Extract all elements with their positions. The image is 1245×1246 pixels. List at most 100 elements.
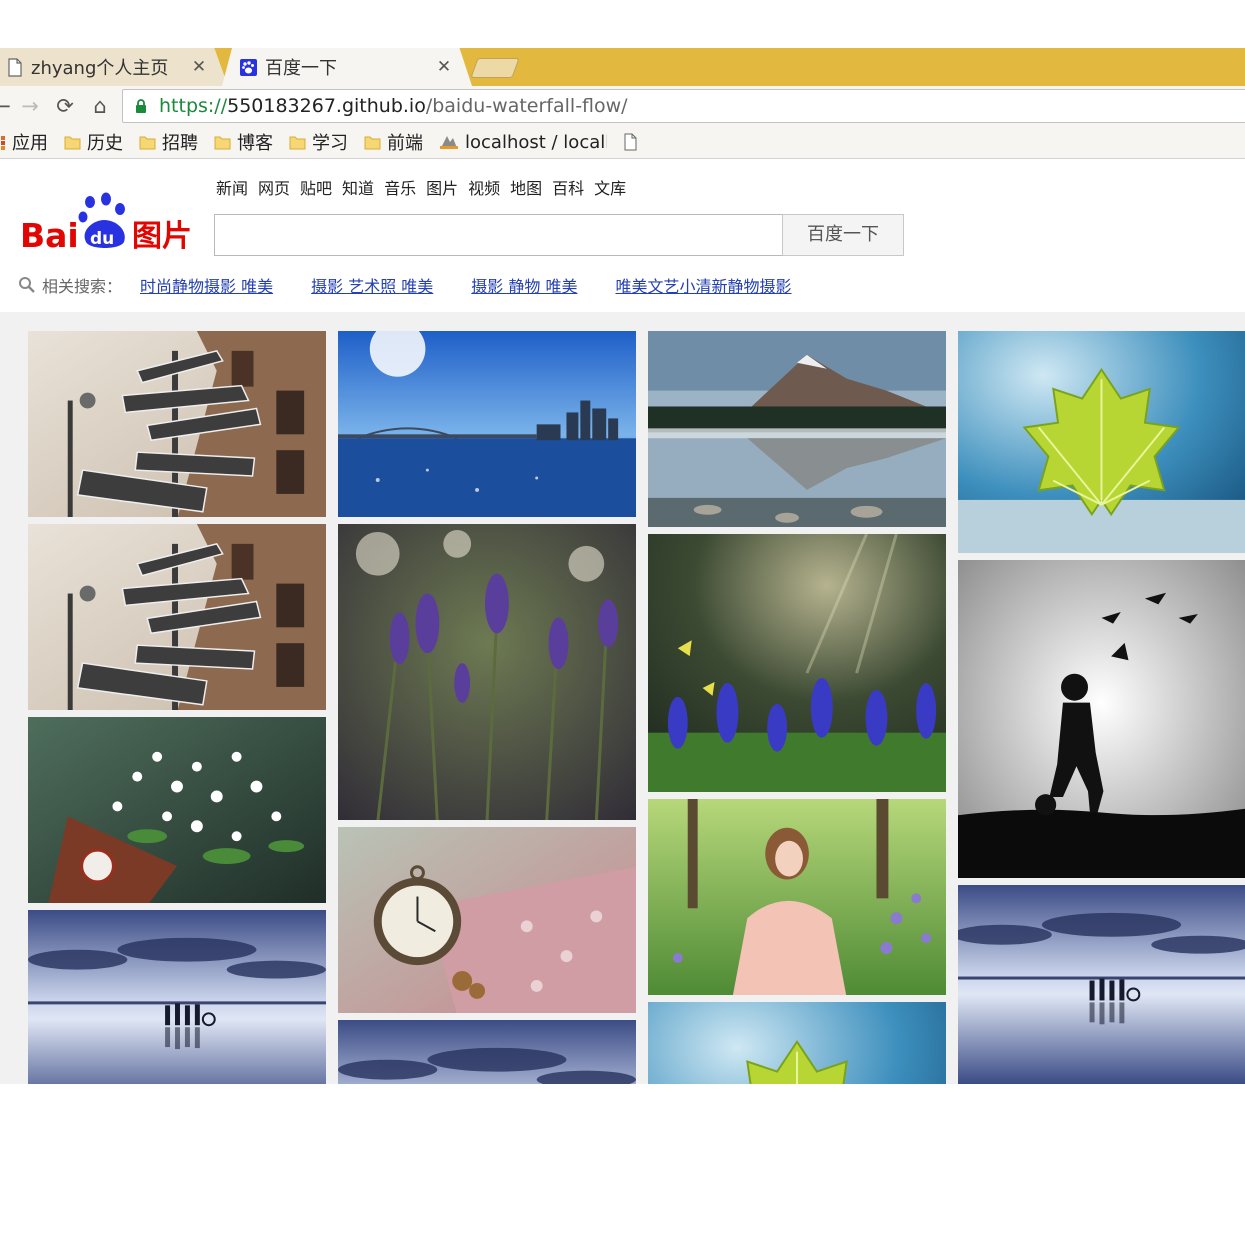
nav-zhidao[interactable]: 知道 — [342, 175, 374, 199]
photo-graphic — [338, 827, 636, 1013]
baidu-images-logo[interactable]: Bai du 图片 — [20, 190, 200, 255]
related-link-4[interactable]: 唯美文艺小清新静物摄影 — [615, 273, 791, 297]
photo-graphic — [958, 885, 1245, 1084]
nav-wenku[interactable]: 文库 — [594, 175, 626, 199]
gallery-image-green-leaf-macro[interactable] — [958, 331, 1245, 553]
related-label: 相关搜索： — [42, 277, 123, 296]
bookmark-folder-study[interactable]: 学习 — [289, 129, 348, 155]
gallery-image-mountain-lake-reflection[interactable] — [648, 331, 946, 527]
bookmark-page[interactable] — [623, 133, 643, 151]
bookmark-apps[interactable]: 应用 — [0, 129, 48, 155]
bookmark-folder-blog[interactable]: 博客 — [214, 129, 273, 155]
tab-title: zhyang个人主页 — [31, 58, 169, 79]
address-bar[interactable]: https://550183267.github.io/baidu-waterf… — [122, 89, 1245, 123]
back-icon[interactable]: ← — [0, 92, 16, 120]
related-link-2[interactable]: 摄影 艺术照 唯美 — [311, 273, 433, 297]
bookmark-label: 博客 — [237, 133, 273, 154]
bookmark-label: 学习 — [312, 133, 348, 154]
nav-web[interactable]: 网页 — [258, 175, 290, 199]
folder-icon — [139, 136, 156, 149]
logo-images-text: 图片 — [132, 219, 192, 252]
nav-music[interactable]: 音乐 — [384, 175, 416, 199]
new-tab-button[interactable] — [470, 58, 520, 78]
photo-graphic — [28, 910, 326, 1084]
close-tab-icon[interactable]: ✕ — [432, 57, 456, 77]
baidu-top-nav: 新闻 网页 贴吧 知道 音乐 图片 视频 地图 百科 文库 — [216, 175, 636, 199]
url-path: /baidu-waterfall-flow/ — [425, 95, 628, 117]
photo-graphic — [28, 717, 326, 903]
reload-icon[interactable]: ⟳ — [51, 92, 79, 120]
bookmark-folder-jobs[interactable]: 招聘 — [139, 129, 198, 155]
gallery-image-paris-street-signs[interactable] — [28, 524, 326, 710]
tab-strip: zhyang个人主页 ✕ 百度一下 ✕ — [0, 48, 1245, 86]
nav-images[interactable]: 图片 — [426, 175, 458, 199]
photo-graphic — [338, 331, 636, 517]
photo-graphic — [338, 1020, 636, 1084]
search-input[interactable] — [214, 214, 783, 256]
bookmark-folder-history[interactable]: 历史 — [64, 129, 123, 155]
gallery-image-blue-harbor-city[interactable] — [338, 331, 636, 517]
url-host: 550183267.github.io — [227, 95, 426, 117]
bookmark-localhost[interactable]: localhost / localh — [439, 132, 607, 153]
photo-graphic — [648, 799, 946, 995]
gallery-image-green-leaf-macro[interactable] — [648, 1002, 946, 1084]
page-icon — [8, 57, 22, 77]
waterfall-gallery — [0, 312, 1245, 1084]
bookmarks-bar: 应用 历史 招聘 博客 学习 前端 localhost / localh — [0, 126, 1245, 159]
bookmark-label: 前端 — [387, 133, 423, 154]
gallery-image-white-flower-basket[interactable] — [28, 717, 326, 903]
bookmark-folder-frontend[interactable]: 前端 — [364, 129, 423, 155]
search-button[interactable]: 百度一下 — [782, 214, 904, 256]
photo-graphic — [648, 1002, 946, 1084]
close-tab-icon[interactable]: ✕ — [187, 57, 211, 77]
photo-graphic — [648, 331, 946, 527]
folder-icon — [364, 136, 381, 149]
related-link-3[interactable]: 摄影 静物 唯美 — [471, 273, 577, 297]
page-icon — [624, 133, 637, 151]
phpmyadmin-icon — [440, 136, 458, 149]
nav-tieba[interactable]: 贴吧 — [300, 175, 332, 199]
folder-icon — [214, 136, 231, 149]
tab-zhyang[interactable]: zhyang个人主页 ✕ — [0, 48, 228, 86]
forward-icon[interactable]: → — [16, 92, 44, 120]
folder-icon — [64, 136, 81, 149]
tab-title: 百度一下 — [265, 58, 337, 79]
baidu-logo-graphic: Bai du 图片 — [20, 192, 192, 255]
related-link-1[interactable]: 时尚静物摄影 唯美 — [140, 273, 273, 297]
photo-graphic — [648, 534, 946, 792]
baidu-paw-icon — [240, 58, 257, 76]
folder-icon — [289, 136, 306, 149]
gallery-image-butterfly-hyacinth[interactable] — [648, 534, 946, 792]
photo-graphic — [958, 331, 1245, 553]
nav-news[interactable]: 新闻 — [216, 175, 248, 199]
gallery-image-blue-lake-silhouettes[interactable] — [958, 885, 1245, 1084]
gallery-image-blue-lake-silhouettes[interactable] — [338, 1020, 636, 1084]
bookmark-label: 应用 — [12, 133, 48, 154]
home-icon[interactable]: ⌂ — [86, 92, 114, 120]
photo-graphic — [28, 524, 326, 710]
related-searches: 相关搜索： 时尚静物摄影 唯美 摄影 艺术照 唯美 摄影 静物 唯美 唯美文艺小… — [18, 273, 830, 297]
logo-du-text: du — [90, 229, 114, 249]
gallery-image-purple-lavender[interactable] — [338, 524, 636, 820]
gallery-image-pocket-watch[interactable] — [338, 827, 636, 1013]
photo-graphic — [958, 560, 1245, 878]
screen: zhyang个人主页 ✕ 百度一下 ✕ ← → ⟳ ⌂ https://5501… — [0, 0, 1245, 1246]
search-icon — [19, 277, 35, 293]
browser-toolbar: ← → ⟳ ⌂ https://550183267.github.io/baid… — [0, 86, 1245, 126]
url-scheme: https:// — [159, 95, 228, 117]
gallery-image-paris-street-signs[interactable] — [28, 331, 326, 517]
tab-baidu[interactable]: 百度一下 ✕ — [222, 48, 472, 86]
bookmark-label: 招聘 — [162, 133, 198, 154]
gallery-image-blue-lake-silhouettes[interactable] — [28, 910, 326, 1084]
logo-bai-text: Bai — [20, 216, 79, 252]
nav-baike[interactable]: 百科 — [552, 175, 584, 199]
bookmark-label: 历史 — [87, 133, 123, 154]
photo-graphic — [338, 524, 636, 820]
nav-map[interactable]: 地图 — [510, 175, 542, 199]
lock-icon — [136, 99, 146, 113]
gallery-image-boy-football-silhouette[interactable] — [958, 560, 1245, 878]
photo-graphic — [28, 331, 326, 517]
gallery-image-girl-in-garden[interactable] — [648, 799, 946, 995]
nav-video[interactable]: 视频 — [468, 175, 500, 199]
apps-grid-icon — [1, 136, 5, 150]
